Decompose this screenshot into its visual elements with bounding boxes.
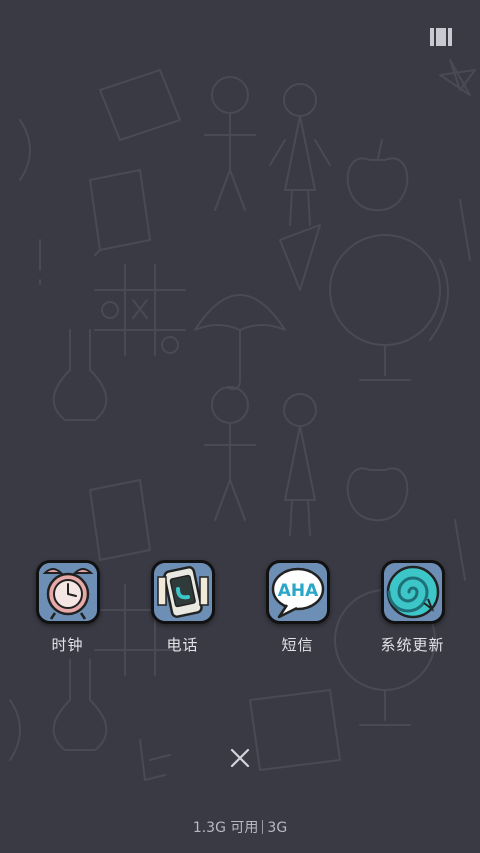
recent-apps-row: 时钟 电话 AHA 短信 系统更新	[0, 560, 480, 655]
app-clock[interactable]: 时钟	[18, 560, 118, 655]
svg-text:AHA: AHA	[277, 581, 318, 601]
app-phone[interactable]: 电话	[133, 560, 233, 655]
memory-available: 1.3G 可用	[192, 820, 259, 836]
app-label: 电话	[166, 636, 199, 654]
multitask-view-icon[interactable]	[430, 28, 452, 46]
memory-status: 1.3G 可用 3G	[0, 817, 480, 837]
memory-total: 3G	[267, 820, 288, 836]
alarm-clock-icon	[35, 560, 100, 624]
update-swirl-icon	[380, 560, 445, 624]
app-label: 短信	[281, 636, 314, 654]
doodle-wallpaper	[9, 59, 476, 781]
close-icon	[230, 748, 250, 768]
app-messages[interactable]: AHA 短信	[248, 560, 348, 655]
divider	[262, 820, 264, 834]
close-all-button[interactable]	[224, 742, 256, 774]
aha-speech-bubble-icon: AHA	[265, 560, 330, 624]
app-system-update[interactable]: 系统更新	[363, 560, 463, 655]
phone-icon	[150, 560, 215, 624]
app-label: 时钟	[51, 636, 84, 654]
app-label: 系统更新	[380, 636, 445, 654]
